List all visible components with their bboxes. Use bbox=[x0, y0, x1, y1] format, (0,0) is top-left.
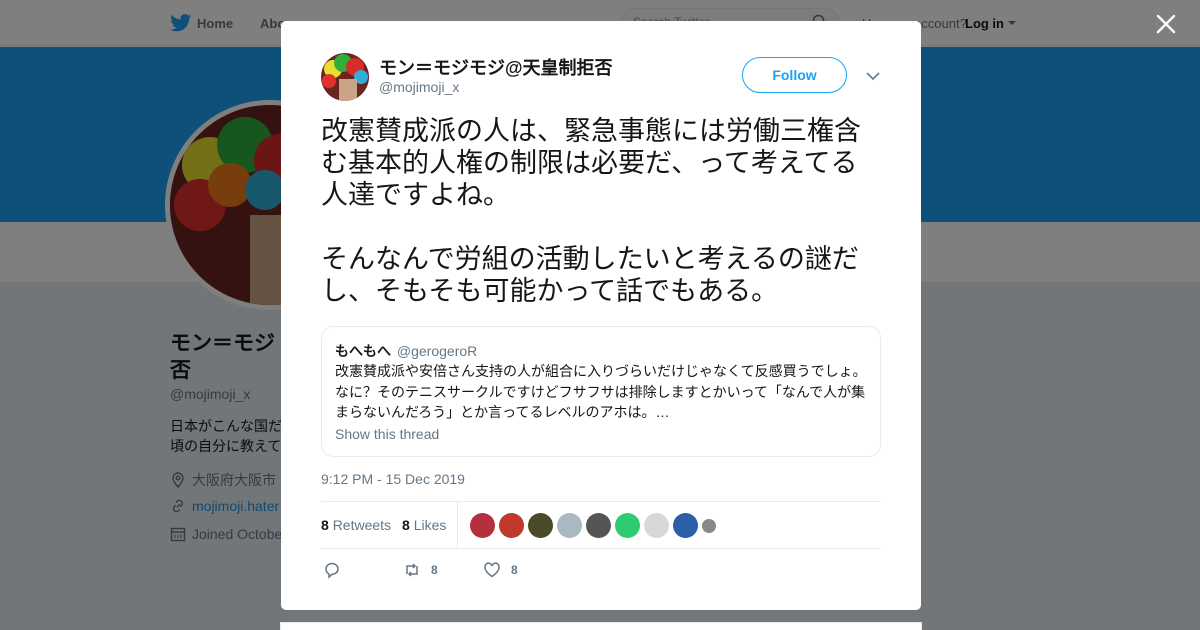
retweet-action-count: 8 bbox=[431, 563, 438, 577]
author-avatar[interactable] bbox=[321, 53, 369, 101]
like-action-count: 8 bbox=[511, 563, 518, 577]
liker-avatar[interactable] bbox=[702, 519, 716, 533]
tweet-timestamp[interactable]: 9:12 PM - 15 Dec 2019 bbox=[321, 471, 465, 487]
likes-label: Likes bbox=[413, 517, 447, 533]
tweet-stats: 8 Retweets 8 Likes bbox=[321, 501, 881, 549]
tweet-text: 改憲賛成派の人は、緊急事態には労働三権含 む基本的人権の制限は必要だ、って考えて… bbox=[321, 115, 886, 307]
tweet-text-line: し、そもそも可能かって話でもある。 bbox=[321, 276, 779, 306]
retweets-count: 8 bbox=[321, 517, 329, 533]
retweets-stat[interactable]: 8 Retweets bbox=[321, 517, 391, 533]
tweet-text-line: そんなんで労組の活動したいと考えるの謎だ bbox=[321, 244, 859, 274]
likes-count: 8 bbox=[402, 517, 410, 533]
next-card-edge bbox=[280, 622, 922, 630]
tweet-text-line: 人達ですよね。 bbox=[321, 180, 510, 210]
liker-avatar[interactable] bbox=[557, 513, 582, 538]
reply-icon bbox=[325, 562, 339, 579]
liker-avatar[interactable] bbox=[673, 513, 698, 538]
quoted-text-line: 改憲賛成派や安倍さん支持の人が組合に入りづらいだけじゃなくて反感買うでしょ。 bbox=[335, 363, 867, 379]
quoted-text-line: まらないんだろう」とか言ってるレベルのアホは。… bbox=[335, 404, 670, 420]
close-icon[interactable] bbox=[1154, 12, 1178, 36]
author-name[interactable]: モン＝モジモジ@天皇制拒否 bbox=[379, 54, 613, 80]
author-avatar-image bbox=[321, 53, 369, 101]
stats-divider bbox=[457, 502, 458, 549]
quoted-tweet-text: 改憲賛成派や安倍さん支持の人が組合に入りづらいだけじゃなくて反感買うでしょ。 な… bbox=[335, 361, 871, 423]
quoted-text-line: なに？そのテニスサークルですけどフサフサは排除しますとかいって「なんで人が集 bbox=[335, 383, 866, 400]
follow-button[interactable]: Follow bbox=[742, 57, 847, 93]
liker-avatar[interactable] bbox=[644, 513, 669, 538]
likes-stat[interactable]: 8 Likes bbox=[402, 517, 446, 533]
tweet-text-line: む基本的人権の制限は必要だ、って考えてる bbox=[321, 148, 858, 178]
liker-avatar[interactable] bbox=[499, 513, 524, 538]
tweet-text-line: 改憲賛成派の人は、緊急事態には労働三権含 bbox=[321, 116, 861, 146]
chevron-down-icon[interactable] bbox=[865, 70, 881, 82]
retweet-icon bbox=[406, 563, 418, 577]
quoted-author-name[interactable]: もへもへ bbox=[335, 343, 391, 359]
show-thread-link[interactable]: Show this thread bbox=[335, 426, 439, 442]
heart-icon bbox=[484, 562, 500, 578]
liker-avatar[interactable] bbox=[470, 513, 495, 538]
quoted-tweet[interactable]: もへもへ @gerogeroR 改憲賛成派や安倍さん支持の人が組合に入りづらいだ… bbox=[321, 326, 881, 457]
liker-avatar[interactable] bbox=[615, 513, 640, 538]
liker-avatar[interactable] bbox=[586, 513, 611, 538]
quoted-author-handle[interactable]: @gerogeroR bbox=[397, 343, 477, 359]
author-handle[interactable]: @mojimoji_x bbox=[379, 79, 459, 95]
retweets-label: Retweets bbox=[332, 517, 392, 533]
liker-avatar[interactable] bbox=[528, 513, 553, 538]
quoted-tweet-header: もへもへ @gerogeroR bbox=[335, 341, 477, 361]
tweet-modal: モン＝モジモジ@天皇制拒否 @mojimoji_x Follow 改憲賛成派の人… bbox=[281, 21, 921, 610]
